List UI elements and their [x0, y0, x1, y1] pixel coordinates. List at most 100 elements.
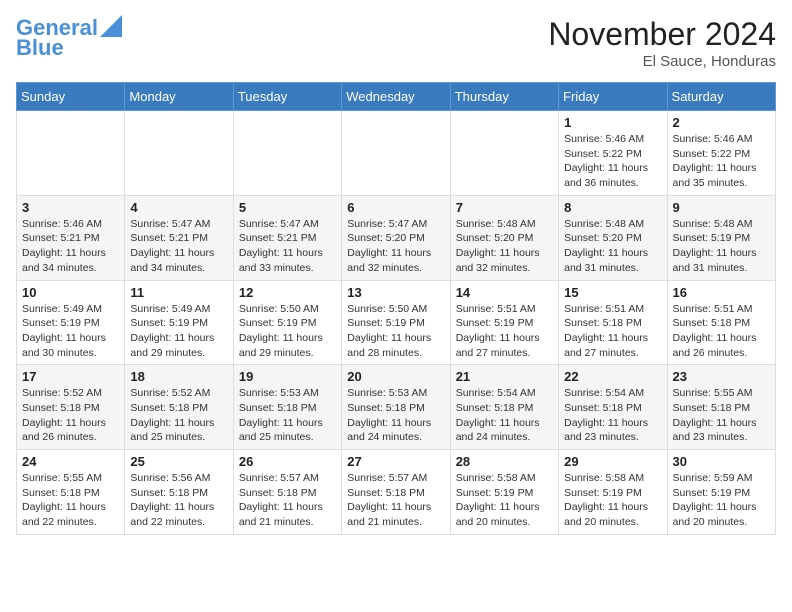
calendar-day-cell: 7 Sunrise: 5:48 AMSunset: 5:20 PMDaylight… [450, 195, 558, 280]
calendar-day-cell: 3Sunrise: 5:46 AMSunset: 5:21 PMDaylight… [17, 195, 125, 280]
calendar-day-cell: 27 Sunrise: 5:57 AMSunset: 5:18 PMDayligh… [342, 450, 450, 535]
day-info: Sunrise: 5:52 AMSunset: 5:18 PMDaylight:… [130, 386, 227, 445]
day-number: 6 [347, 200, 444, 215]
calendar-day-cell: 19 Sunrise: 5:53 AMSunset: 5:18 PMDayligh… [233, 365, 341, 450]
calendar-day-cell [233, 111, 341, 196]
day-number: 13 [347, 285, 444, 300]
day-number: 1 [564, 115, 661, 130]
day-info: Sunrise: 5:48 AMSunset: 5:19 PMDaylight:… [673, 217, 770, 276]
calendar-day-cell: 1 Sunrise: 5:46 AMSunset: 5:22 PMDaylight… [559, 111, 667, 196]
day-number: 25 [130, 454, 227, 469]
day-number: 7 [456, 200, 553, 215]
calendar-day-cell: 12 Sunrise: 5:50 AMSunset: 5:19 PMDayligh… [233, 280, 341, 365]
day-info: Sunrise: 5:59 AMSunset: 5:19 PMDaylight:… [673, 471, 770, 530]
day-info: Sunrise: 5:50 AMSunset: 5:19 PMDaylight:… [239, 302, 336, 361]
calendar-week-row: 10 Sunrise: 5:49 AMSunset: 5:19 PMDayligh… [17, 280, 776, 365]
calendar-day-cell [125, 111, 233, 196]
day-number: 4 [130, 200, 227, 215]
calendar-table: SundayMondayTuesdayWednesdayThursdayFrid… [16, 82, 776, 535]
day-number: 20 [347, 369, 444, 384]
day-info: Sunrise: 5:51 AMSunset: 5:18 PMDaylight:… [564, 302, 661, 361]
day-info: Sunrise: 5:57 AMSunset: 5:18 PMDaylight:… [347, 471, 444, 530]
day-info: Sunrise: 5:46 AMSunset: 5:22 PMDaylight:… [673, 132, 770, 191]
month-title: November 2024 [548, 16, 776, 53]
day-number: 10 [22, 285, 119, 300]
calendar-week-row: 1 Sunrise: 5:46 AMSunset: 5:22 PMDaylight… [17, 111, 776, 196]
day-info: Sunrise: 5:55 AMSunset: 5:18 PMDaylight:… [22, 471, 119, 530]
day-info: Sunrise: 5:46 AMSunset: 5:22 PMDaylight:… [564, 132, 661, 191]
day-of-week-header: Saturday [667, 83, 775, 111]
calendar-day-cell: 15 Sunrise: 5:51 AMSunset: 5:18 PMDayligh… [559, 280, 667, 365]
calendar-day-cell: 17 Sunrise: 5:52 AMSunset: 5:18 PMDayligh… [17, 365, 125, 450]
day-info: Sunrise: 5:56 AMSunset: 5:18 PMDaylight:… [130, 471, 227, 530]
title-block: November 2024 El Sauce, Honduras [548, 16, 776, 70]
day-number: 19 [239, 369, 336, 384]
day-info: Sunrise: 5:58 AMSunset: 5:19 PMDaylight:… [456, 471, 553, 530]
calendar-day-cell: 10 Sunrise: 5:49 AMSunset: 5:19 PMDayligh… [17, 280, 125, 365]
day-info: Sunrise: 5:48 AMSunset: 5:20 PMDaylight:… [456, 217, 553, 276]
logo: General Blue [16, 16, 122, 60]
day-number: 30 [673, 454, 770, 469]
day-of-week-header: Wednesday [342, 83, 450, 111]
day-number: 5 [239, 200, 336, 215]
day-info: Sunrise: 5:58 AMSunset: 5:19 PMDaylight:… [564, 471, 661, 530]
day-number: 3 [22, 200, 119, 215]
calendar-day-cell: 20 Sunrise: 5:53 AMSunset: 5:18 PMDayligh… [342, 365, 450, 450]
calendar-day-cell: 18 Sunrise: 5:52 AMSunset: 5:18 PMDayligh… [125, 365, 233, 450]
calendar-day-cell: 5 Sunrise: 5:47 AMSunset: 5:21 PMDaylight… [233, 195, 341, 280]
day-number: 12 [239, 285, 336, 300]
page-header: General Blue November 2024 El Sauce, Hon… [16, 16, 776, 70]
day-info: Sunrise: 5:49 AMSunset: 5:19 PMDaylight:… [22, 302, 119, 361]
day-number: 2 [673, 115, 770, 130]
day-number: 18 [130, 369, 227, 384]
day-number: 23 [673, 369, 770, 384]
day-info: Sunrise: 5:57 AMSunset: 5:18 PMDaylight:… [239, 471, 336, 530]
day-info: Sunrise: 5:47 AMSunset: 5:21 PMDaylight:… [239, 217, 336, 276]
calendar-day-cell: 29 Sunrise: 5:58 AMSunset: 5:19 PMDayligh… [559, 450, 667, 535]
day-number: 16 [673, 285, 770, 300]
day-number: 14 [456, 285, 553, 300]
calendar-day-cell [450, 111, 558, 196]
day-info: Sunrise: 5:51 AMSunset: 5:19 PMDaylight:… [456, 302, 553, 361]
day-number: 21 [456, 369, 553, 384]
calendar-day-cell: 24 Sunrise: 5:55 AMSunset: 5:18 PMDayligh… [17, 450, 125, 535]
day-number: 17 [22, 369, 119, 384]
day-number: 27 [347, 454, 444, 469]
day-of-week-header: Friday [559, 83, 667, 111]
day-number: 22 [564, 369, 661, 384]
day-number: 11 [130, 285, 227, 300]
calendar-week-row: 3Sunrise: 5:46 AMSunset: 5:21 PMDaylight… [17, 195, 776, 280]
day-info: Sunrise: 5:48 AMSunset: 5:20 PMDaylight:… [564, 217, 661, 276]
day-number: 24 [22, 454, 119, 469]
day-info: Sunrise: 5:47 AMSunset: 5:20 PMDaylight:… [347, 217, 444, 276]
calendar-day-cell: 2 Sunrise: 5:46 AMSunset: 5:22 PMDaylight… [667, 111, 775, 196]
day-info: Sunrise: 5:52 AMSunset: 5:18 PMDaylight:… [22, 386, 119, 445]
day-info: Sunrise: 5:51 AMSunset: 5:18 PMDaylight:… [673, 302, 770, 361]
calendar-day-cell: 9Sunrise: 5:48 AMSunset: 5:19 PMDaylight… [667, 195, 775, 280]
calendar-day-cell: 21Sunrise: 5:54 AMSunset: 5:18 PMDayligh… [450, 365, 558, 450]
calendar-day-cell: 22 Sunrise: 5:54 AMSunset: 5:18 PMDayligh… [559, 365, 667, 450]
calendar-header-row: SundayMondayTuesdayWednesdayThursdayFrid… [17, 83, 776, 111]
day-of-week-header: Sunday [17, 83, 125, 111]
calendar-day-cell [17, 111, 125, 196]
day-number: 29 [564, 454, 661, 469]
day-info: Sunrise: 5:53 AMSunset: 5:18 PMDaylight:… [347, 386, 444, 445]
day-of-week-header: Thursday [450, 83, 558, 111]
day-info: Sunrise: 5:53 AMSunset: 5:18 PMDaylight:… [239, 386, 336, 445]
calendar-day-cell: 4Sunrise: 5:47 AMSunset: 5:21 PMDaylight… [125, 195, 233, 280]
calendar-day-cell: 11Sunrise: 5:49 AMSunset: 5:19 PMDayligh… [125, 280, 233, 365]
calendar-day-cell: 14 Sunrise: 5:51 AMSunset: 5:19 PMDayligh… [450, 280, 558, 365]
calendar-day-cell [342, 111, 450, 196]
day-info: Sunrise: 5:50 AMSunset: 5:19 PMDaylight:… [347, 302, 444, 361]
day-of-week-header: Tuesday [233, 83, 341, 111]
day-number: 26 [239, 454, 336, 469]
day-number: 28 [456, 454, 553, 469]
day-info: Sunrise: 5:55 AMSunset: 5:18 PMDaylight:… [673, 386, 770, 445]
calendar-day-cell: 26 Sunrise: 5:57 AMSunset: 5:18 PMDayligh… [233, 450, 341, 535]
location-text: El Sauce, Honduras [548, 53, 776, 70]
calendar-day-cell: 28 Sunrise: 5:58 AMSunset: 5:19 PMDayligh… [450, 450, 558, 535]
day-number: 15 [564, 285, 661, 300]
day-info: Sunrise: 5:54 AMSunset: 5:18 PMDaylight:… [564, 386, 661, 445]
calendar-day-cell: 13 Sunrise: 5:50 AMSunset: 5:19 PMDayligh… [342, 280, 450, 365]
day-of-week-header: Monday [125, 83, 233, 111]
